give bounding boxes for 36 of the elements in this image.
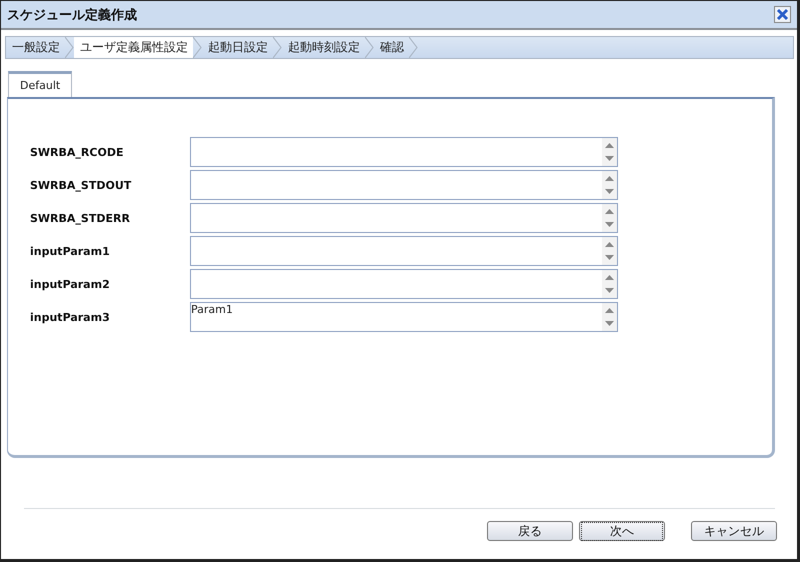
scroll-down-icon[interactable] [605, 156, 614, 161]
scroll-up-icon[interactable] [605, 143, 614, 148]
scroll-up-icon[interactable] [605, 209, 614, 214]
wizard-step[interactable]: 確認 [374, 37, 409, 58]
close-button[interactable] [774, 6, 791, 23]
back-button[interactable]: 戻る [487, 521, 573, 541]
input-field[interactable] [190, 203, 618, 233]
input-field[interactable] [190, 236, 618, 266]
field-label: inputParam3 [30, 310, 111, 324]
scroll-down-icon[interactable] [605, 288, 614, 293]
wizard-step[interactable]: ユーザ定義属性設定 [74, 37, 193, 58]
tab[interactable]: Default [8, 71, 72, 97]
window-title: スケジュール定義作成 [7, 6, 137, 24]
input-field[interactable] [190, 137, 618, 167]
input-field[interactable]: Param1 [190, 302, 618, 332]
input-field[interactable] [190, 170, 618, 200]
wizard-step[interactable]: 一般設定 [6, 37, 65, 58]
wizard-step[interactable]: 起動日設定 [202, 37, 273, 58]
wizard-step[interactable]: 起動時刻設定 [282, 37, 365, 58]
scroll-up-icon[interactable] [605, 308, 614, 313]
field-label: SWRBA_STDERR [30, 212, 131, 224]
field-label: SWRBA_RCODE [30, 146, 124, 158]
scroll-down-icon[interactable] [605, 255, 614, 260]
field-label: SWRBA_STDOUT [30, 178, 132, 192]
input-field[interactable] [190, 269, 618, 299]
scroll-up-icon[interactable] [605, 176, 614, 181]
field-label: inputParam1 [30, 244, 111, 258]
scroll-down-icon[interactable] [605, 189, 614, 194]
scroll-up-icon[interactable] [605, 242, 614, 247]
scroll-down-icon[interactable] [605, 222, 614, 227]
close-icon [776, 8, 789, 21]
next-button[interactable]: 次へ [579, 521, 665, 541]
cancel-button[interactable]: キャンセル [691, 521, 777, 541]
scroll-up-icon[interactable] [605, 275, 614, 280]
field-label: inputParam2 [30, 278, 111, 290]
scroll-down-icon[interactable] [605, 321, 614, 326]
